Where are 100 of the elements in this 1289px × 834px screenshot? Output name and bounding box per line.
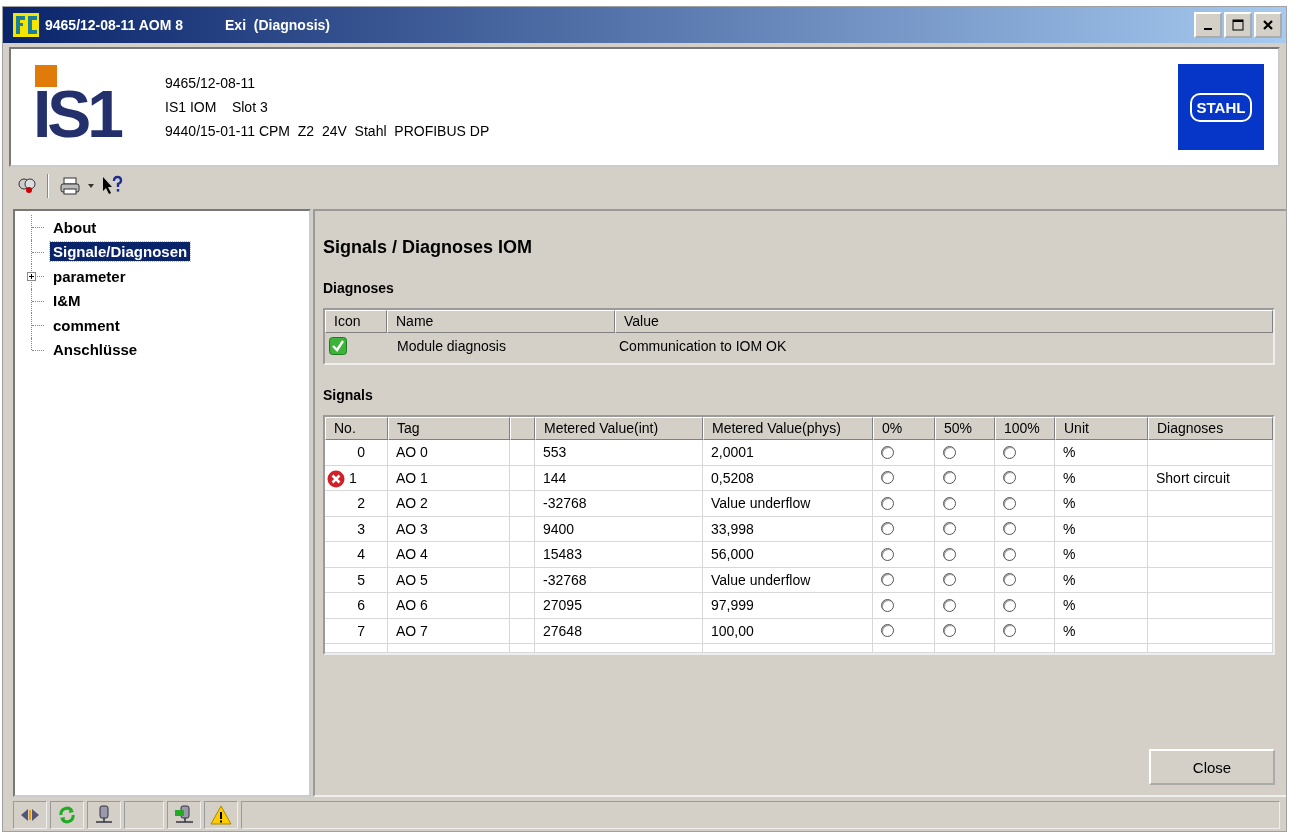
column-header[interactable]: 50%: [935, 417, 995, 440]
table-cell: %: [1063, 469, 1076, 486]
column-header[interactable]: [510, 417, 535, 440]
table-cell: %: [1063, 444, 1076, 461]
column-header[interactable]: No.: [325, 417, 388, 440]
table-cell: 4: [357, 546, 365, 563]
table-cell-text: Module diagnosis: [396, 338, 507, 354]
table-cell: 15483: [543, 546, 582, 563]
table-cell: 3: [357, 520, 365, 537]
stethoscope-icon: [17, 176, 37, 196]
table-cell: 33,998: [711, 520, 754, 537]
radio-button[interactable]: [1003, 573, 1016, 587]
app-icon: [13, 13, 39, 37]
is1-logo: IS1: [25, 59, 135, 155]
radio-button[interactable]: [1003, 624, 1016, 638]
tree-item[interactable]: Anschlüsse: [50, 340, 141, 360]
table-cell: AO 7: [396, 622, 428, 639]
warning-icon: [210, 805, 232, 825]
table-cell: 56,000: [711, 546, 754, 563]
minimize-button[interactable]: [1194, 12, 1222, 38]
tree-item[interactable]: I&M: [50, 291, 84, 311]
print-button[interactable]: [57, 174, 83, 198]
maximize-icon: [1232, 19, 1244, 31]
table-cell: %: [1063, 622, 1076, 639]
radio-button[interactable]: [1003, 522, 1016, 536]
table-cell: 100,00: [711, 622, 754, 639]
radio-button[interactable]: [881, 624, 894, 638]
device-info-text: 9440/15-01-11 CPM Z2 24V Stahl PROFIBUS DP: [165, 123, 490, 139]
radio-button[interactable]: [943, 598, 956, 612]
radio-button[interactable]: [943, 445, 956, 459]
caret-icon: [87, 183, 95, 189]
maximize-button[interactable]: [1224, 12, 1252, 38]
table-cell: -32768: [543, 495, 587, 512]
table-cell: %: [1063, 571, 1076, 588]
section-heading: Diagnoses: [323, 280, 395, 296]
table-cell: 27095: [543, 597, 582, 614]
print-dropdown[interactable]: [87, 183, 95, 189]
tree-item[interactable]: About: [50, 217, 100, 237]
table-cell: 9400: [543, 520, 575, 537]
empty-cell: [510, 644, 535, 653]
table-cell: %: [1063, 597, 1076, 614]
table-cell: 7: [357, 622, 365, 639]
close-icon: [1262, 19, 1274, 31]
radio-button[interactable]: [881, 547, 894, 561]
column-header[interactable]: Metered Value(int): [535, 417, 703, 440]
minimize-icon: [1204, 28, 1212, 30]
window-subtitle: Exi (Diagnosis): [225, 17, 331, 33]
table-cell: 2,0001: [711, 444, 754, 461]
device-info-text: 9465/12-08-11: [165, 75, 257, 91]
close-window-button[interactable]: [1254, 12, 1282, 38]
radio-button[interactable]: [881, 522, 894, 536]
table-cell: 97,999: [711, 597, 754, 614]
help-pointer-icon: [101, 175, 123, 197]
column-header[interactable]: Name: [387, 310, 615, 333]
table-cell: %: [1063, 520, 1076, 537]
radio-button[interactable]: [943, 496, 956, 510]
section-heading: Signals: [323, 387, 374, 403]
close-button[interactable]: Close: [1149, 749, 1275, 785]
radio-button[interactable]: [943, 573, 956, 587]
radio-button[interactable]: [881, 471, 894, 485]
table-cell: 27648: [543, 622, 582, 639]
radio-button[interactable]: [1003, 471, 1016, 485]
radio-button[interactable]: [1003, 547, 1016, 561]
table-cell: AO 6: [396, 597, 428, 614]
column-header[interactable]: Metered Value(phys): [703, 417, 873, 440]
radio-button[interactable]: [943, 522, 956, 536]
network-device-icon: [173, 805, 195, 825]
column-header[interactable]: Diagnoses: [1148, 417, 1273, 440]
column-header[interactable]: Value: [615, 310, 1273, 333]
radio-button[interactable]: [1003, 598, 1016, 612]
tree-item[interactable]: Signale/Diagnosen: [50, 242, 191, 262]
table-cell: 1: [349, 469, 357, 486]
radio-button[interactable]: [943, 624, 956, 638]
radio-button[interactable]: [1003, 445, 1016, 459]
table-cell: 2: [357, 495, 365, 512]
table-cell: AO 1: [396, 469, 428, 486]
column-header[interactable]: 100%: [995, 417, 1055, 440]
column-header[interactable]: 0%: [873, 417, 935, 440]
table-cell: Value underflow: [711, 571, 811, 588]
table-cell: Short circuit: [1156, 469, 1230, 486]
radio-button[interactable]: [881, 496, 894, 510]
table-cell: -32768: [543, 571, 587, 588]
radio-button[interactable]: [881, 573, 894, 587]
table-cell: Value underflow: [711, 495, 811, 512]
window-title: 9465/12-08-11 AOM 8: [45, 17, 183, 33]
table-cell: AO 5: [396, 571, 428, 588]
tree-item[interactable]: comment: [50, 315, 123, 335]
expand-icon[interactable]: [27, 272, 36, 281]
radio-button[interactable]: [943, 471, 956, 485]
radio-button[interactable]: [1003, 496, 1016, 510]
column-header[interactable]: Tag: [388, 417, 510, 440]
page-title: Signals / Diagnoses IOM: [323, 237, 534, 258]
status-pane: [124, 801, 164, 829]
column-header[interactable]: Icon: [325, 310, 387, 333]
column-header[interactable]: Unit: [1055, 417, 1148, 440]
tree-item[interactable]: parameter: [50, 266, 129, 286]
table-cell: AO 4: [396, 546, 428, 563]
table-cell: AO 2: [396, 495, 428, 512]
device-info-text: IS1 IOM Slot 3: [165, 99, 269, 115]
radio-button[interactable]: [881, 598, 894, 612]
